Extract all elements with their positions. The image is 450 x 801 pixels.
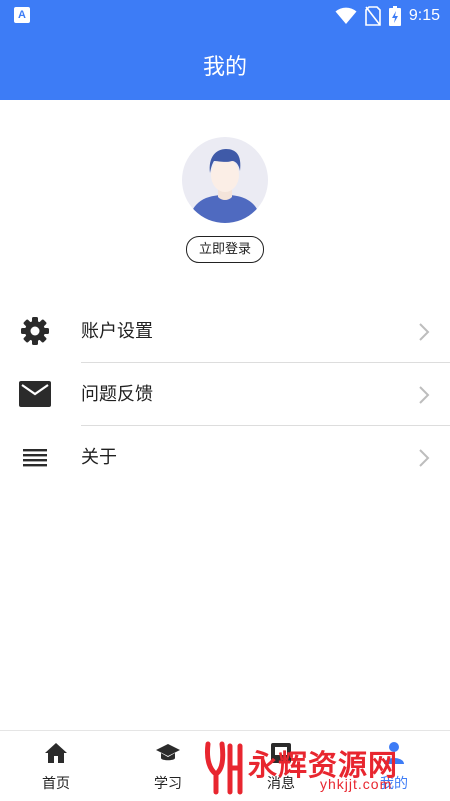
login-button[interactable]: 立即登录 bbox=[186, 236, 264, 263]
menu-item-label: 关于 bbox=[81, 447, 117, 468]
watermark-url: yhkjjt.com bbox=[320, 776, 393, 792]
chevron-right-icon bbox=[419, 386, 430, 404]
home-icon bbox=[45, 743, 67, 763]
menu-item-feedback[interactable]: 问题反馈 bbox=[0, 363, 450, 426]
chevron-right-icon bbox=[419, 323, 430, 341]
chevron-right-icon bbox=[419, 449, 430, 467]
list-icon bbox=[18, 442, 52, 472]
nav-label: 首页 bbox=[42, 776, 70, 792]
menu-item-about[interactable]: 关于 bbox=[0, 426, 450, 489]
battery-charging-icon bbox=[388, 6, 401, 26]
menu-item-label: 账户设置 bbox=[81, 321, 153, 342]
menu-item-account-settings[interactable]: 账户设置 bbox=[0, 300, 450, 363]
app-notification-icon: A bbox=[14, 7, 30, 23]
user-avatar-icon[interactable] bbox=[182, 137, 268, 223]
no-sim-icon bbox=[365, 6, 381, 26]
menu-item-label: 问题反馈 bbox=[81, 384, 153, 405]
status-time: 9:15 bbox=[408, 7, 440, 24]
mail-icon bbox=[18, 379, 52, 409]
gear-icon bbox=[18, 316, 52, 346]
status-bar: A 9:15 bbox=[0, 0, 450, 32]
wifi-icon bbox=[335, 7, 357, 24]
graduation-cap-icon bbox=[156, 744, 180, 761]
watermark: 永辉资源网 yhkjjt.com bbox=[204, 740, 434, 798]
app-notification-letter: A bbox=[18, 9, 26, 21]
status-icons: 9:15 bbox=[335, 4, 440, 28]
watermark-logo bbox=[205, 741, 243, 795]
page-title: 我的 bbox=[202, 55, 247, 80]
top-app-bar: A 9:15 我的 bbox=[0, 0, 450, 100]
nav-item-home[interactable]: 首页 bbox=[0, 731, 112, 801]
